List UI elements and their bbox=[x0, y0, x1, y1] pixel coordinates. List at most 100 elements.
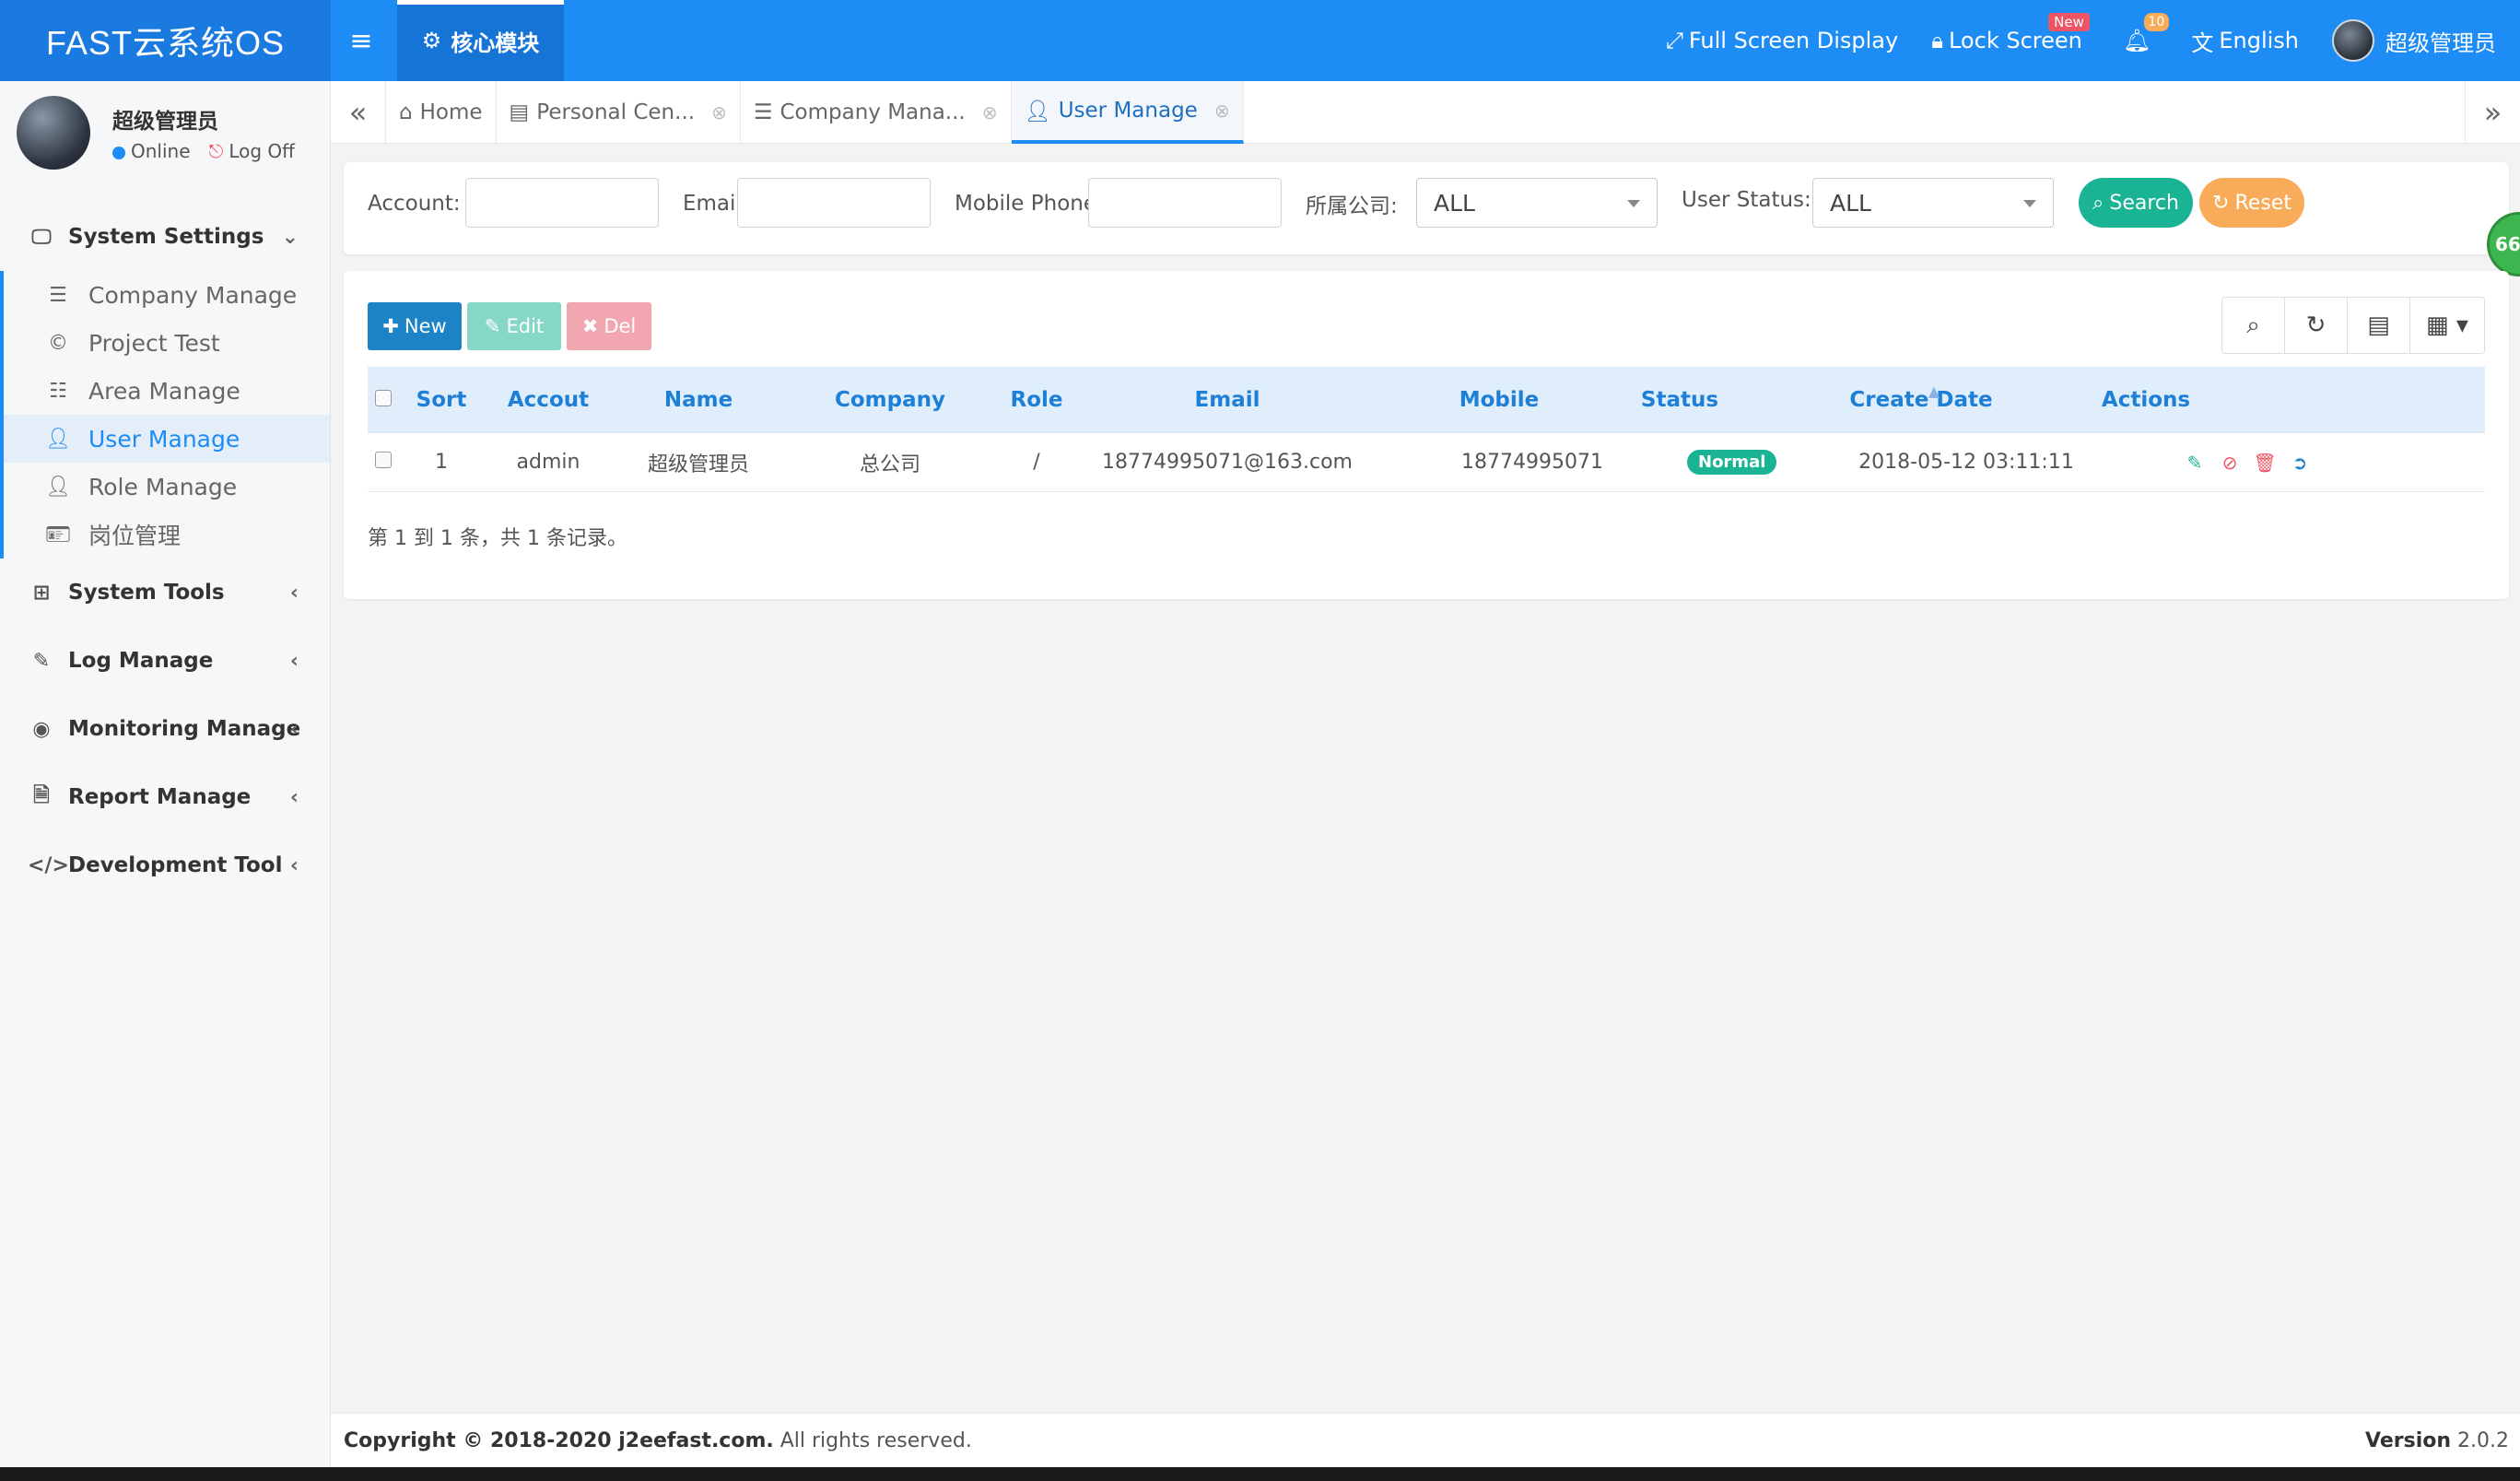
nav-label: Report Manage bbox=[68, 785, 252, 809]
nav-report-manage[interactable]: 🗎︎ Report Manage ‹ bbox=[0, 763, 330, 831]
nav-development-tool[interactable]: </> Development Tool ‹ bbox=[0, 831, 330, 899]
tab-home[interactable]: ⌂ Home bbox=[386, 81, 497, 144]
column-sort[interactable]: Sort bbox=[399, 388, 484, 412]
new-button[interactable]: ✚ New bbox=[368, 302, 462, 350]
cell-name: 超级管理员 bbox=[647, 453, 749, 476]
column-name[interactable]: Name bbox=[613, 388, 784, 412]
edit-icon[interactable]: ✎ bbox=[2184, 452, 2206, 474]
columns-button[interactable]: ▦ ▾ bbox=[2410, 298, 2484, 353]
menu-toggle-icon[interactable]: ≡ bbox=[343, 22, 380, 59]
edit-button[interactable]: ✎ Edit bbox=[467, 302, 561, 350]
nav-monitoring-manage[interactable]: ◉ Monitoring Manage ‹ bbox=[0, 695, 330, 763]
select-all-checkbox[interactable] bbox=[375, 389, 392, 406]
column-company[interactable]: Company bbox=[784, 388, 996, 412]
nav-log-manage[interactable]: ✎ Log Manage ‹ bbox=[0, 627, 330, 695]
sidebar-item-role-manage[interactable]: 👤︎ Role Manage bbox=[4, 463, 330, 511]
cell-account: admin bbox=[516, 451, 580, 474]
online-dot-icon bbox=[112, 146, 125, 159]
sidebar-item-post-manage[interactable]: 🪪︎ 岗位管理 bbox=[4, 511, 330, 558]
plus-icon: ✚ bbox=[382, 315, 399, 337]
cell-company: 总公司 bbox=[859, 453, 920, 476]
account-input[interactable] bbox=[465, 178, 659, 228]
tab-company-manage[interactable]: ☰ Company Mana... ⊗ bbox=[741, 81, 1012, 144]
language-button[interactable]: 文 English bbox=[2174, 0, 2315, 81]
user-menu[interactable]: 超级管理员 bbox=[2315, 0, 2520, 81]
search-icon: ⌕ bbox=[2092, 191, 2104, 215]
user-status-select[interactable]: ALL bbox=[1812, 178, 2054, 228]
card-view-icon: ▤ bbox=[2367, 311, 2390, 339]
reset-button-label: Reset bbox=[2234, 191, 2291, 215]
more-circle-icon[interactable]: ➲ bbox=[2289, 452, 2311, 474]
row-checkbox[interactable] bbox=[375, 452, 392, 468]
sidebar-item-company-manage[interactable]: ☰ Company Manage bbox=[4, 271, 330, 319]
lock-label: Lock Screen bbox=[1948, 28, 2082, 53]
expand-icon: ⤢ bbox=[1665, 28, 1683, 53]
tab-personal-center[interactable]: ▤ Personal Cen... ⊗ bbox=[497, 81, 741, 144]
close-icon[interactable]: ⊗ bbox=[711, 101, 727, 123]
copyright-icon: © bbox=[48, 331, 68, 355]
cell-status: Normal bbox=[1687, 450, 1777, 475]
edit-icon: ✎ bbox=[484, 315, 501, 337]
delete-button[interactable]: ✖ Del bbox=[567, 302, 651, 350]
id-card-icon: 🪪︎ bbox=[45, 523, 71, 547]
app-brand[interactable]: FAST云系统OS bbox=[0, 0, 331, 81]
avatar bbox=[2332, 19, 2374, 62]
language-label: English bbox=[2219, 28, 2299, 53]
company-select[interactable]: ALL bbox=[1416, 178, 1658, 228]
floating-indicator-value: 66 bbox=[2495, 233, 2520, 255]
reset-button[interactable]: ↻ Reset bbox=[2199, 178, 2304, 228]
sidebar-item-project-test[interactable]: © Project Test bbox=[4, 319, 330, 367]
column-status[interactable]: Status bbox=[1615, 388, 1744, 412]
core-module-tab[interactable]: ⚙ 核心模块 bbox=[397, 0, 564, 81]
logoff-link[interactable]: ⎋ Log Off bbox=[209, 140, 295, 162]
column-mobile[interactable]: Mobile bbox=[1435, 388, 1564, 412]
search-button[interactable]: ⌕ Search bbox=[2079, 178, 2193, 228]
toggle-view-button[interactable]: ▤ bbox=[2348, 298, 2410, 353]
sidebar-item-user-manage[interactable]: 👤︎ User Manage bbox=[4, 415, 330, 463]
cell-mobile: 18774995071 bbox=[1461, 451, 1603, 474]
table-row[interactable]: 1 admin 超级管理员 总公司 / 18774995071@163.com … bbox=[368, 433, 2485, 492]
tabs-scroll-right-icon[interactable]: » bbox=[2465, 81, 2520, 144]
mobile-input[interactable] bbox=[1088, 178, 1282, 228]
notifications-button[interactable]: 🔔︎ 10 bbox=[2099, 0, 2174, 81]
windows-icon: ⊞ bbox=[32, 581, 51, 605]
edit-icon: ✎ bbox=[32, 649, 51, 673]
nav-group-system-settings: 🖵︎ System Settings ⌄ ☰ Company Manage © … bbox=[0, 203, 330, 558]
tabs-scroll-left-icon[interactable]: « bbox=[331, 81, 386, 144]
ban-icon[interactable]: ⊘ bbox=[2219, 452, 2241, 474]
close-icon[interactable]: ⊗ bbox=[1214, 100, 1230, 122]
nav-system-tools[interactable]: ⊞ System Tools ‹ bbox=[0, 558, 330, 627]
column-actions: Actions bbox=[2101, 387, 2191, 412]
column-account[interactable]: Accout bbox=[484, 388, 613, 412]
close-icon[interactable]: ⊗ bbox=[982, 101, 998, 123]
new-badge: New bbox=[2048, 13, 2090, 31]
tab-label: Company Mana... bbox=[779, 100, 966, 124]
user-icon: 👤︎ bbox=[45, 427, 71, 451]
tab-user-manage[interactable]: 👤︎ User Manage ⊗ bbox=[1011, 81, 1244, 144]
tab-label: Personal Cen... bbox=[536, 100, 696, 124]
user-status-label: User Status: bbox=[1682, 188, 1811, 212]
email-input[interactable] bbox=[737, 178, 931, 228]
sidebar-item-label: Project Test bbox=[88, 329, 220, 357]
column-create-date[interactable]: Create Date ▲ bbox=[1838, 382, 2004, 412]
chevron-left-icon: ‹ bbox=[289, 853, 299, 877]
copyright-bold: Copyright © 2018-2020 j2eefast.com. bbox=[344, 1428, 774, 1452]
column-email[interactable]: Email bbox=[1138, 388, 1317, 412]
trash-icon[interactable]: 🗑︎ bbox=[2253, 452, 2276, 474]
fullscreen-button[interactable]: ⤢ Full Screen Display bbox=[1649, 0, 1915, 81]
caret-down-icon bbox=[1627, 200, 1640, 207]
toggle-search-button[interactable]: ⌕ bbox=[2222, 298, 2285, 353]
gear-icon: ⚙ bbox=[421, 28, 442, 53]
caret-down-icon bbox=[2023, 200, 2036, 207]
user-table: Sort Accout Name Company Role Email Mobi… bbox=[368, 367, 2485, 492]
profile-avatar[interactable] bbox=[17, 96, 90, 170]
refresh-button[interactable]: ↻ bbox=[2285, 298, 2348, 353]
column-role[interactable]: Role bbox=[996, 388, 1077, 412]
lock-screen-button[interactable]: 🔒︎ Lock Screen New bbox=[1915, 0, 2099, 81]
user-icon: 👤︎ bbox=[1024, 99, 1051, 123]
nav-system-settings[interactable]: 🖵︎ System Settings ⌄ bbox=[0, 203, 330, 271]
nav-group-log-manage: ✎ Log Manage ‹ bbox=[0, 627, 330, 695]
sidebar-item-area-manage[interactable]: ☷ Area Manage bbox=[4, 367, 330, 415]
profile-status: Online ⎋ Log Off bbox=[112, 140, 295, 162]
user-profile-panel: 超级管理员 Online ⎋ Log Off bbox=[0, 81, 330, 203]
